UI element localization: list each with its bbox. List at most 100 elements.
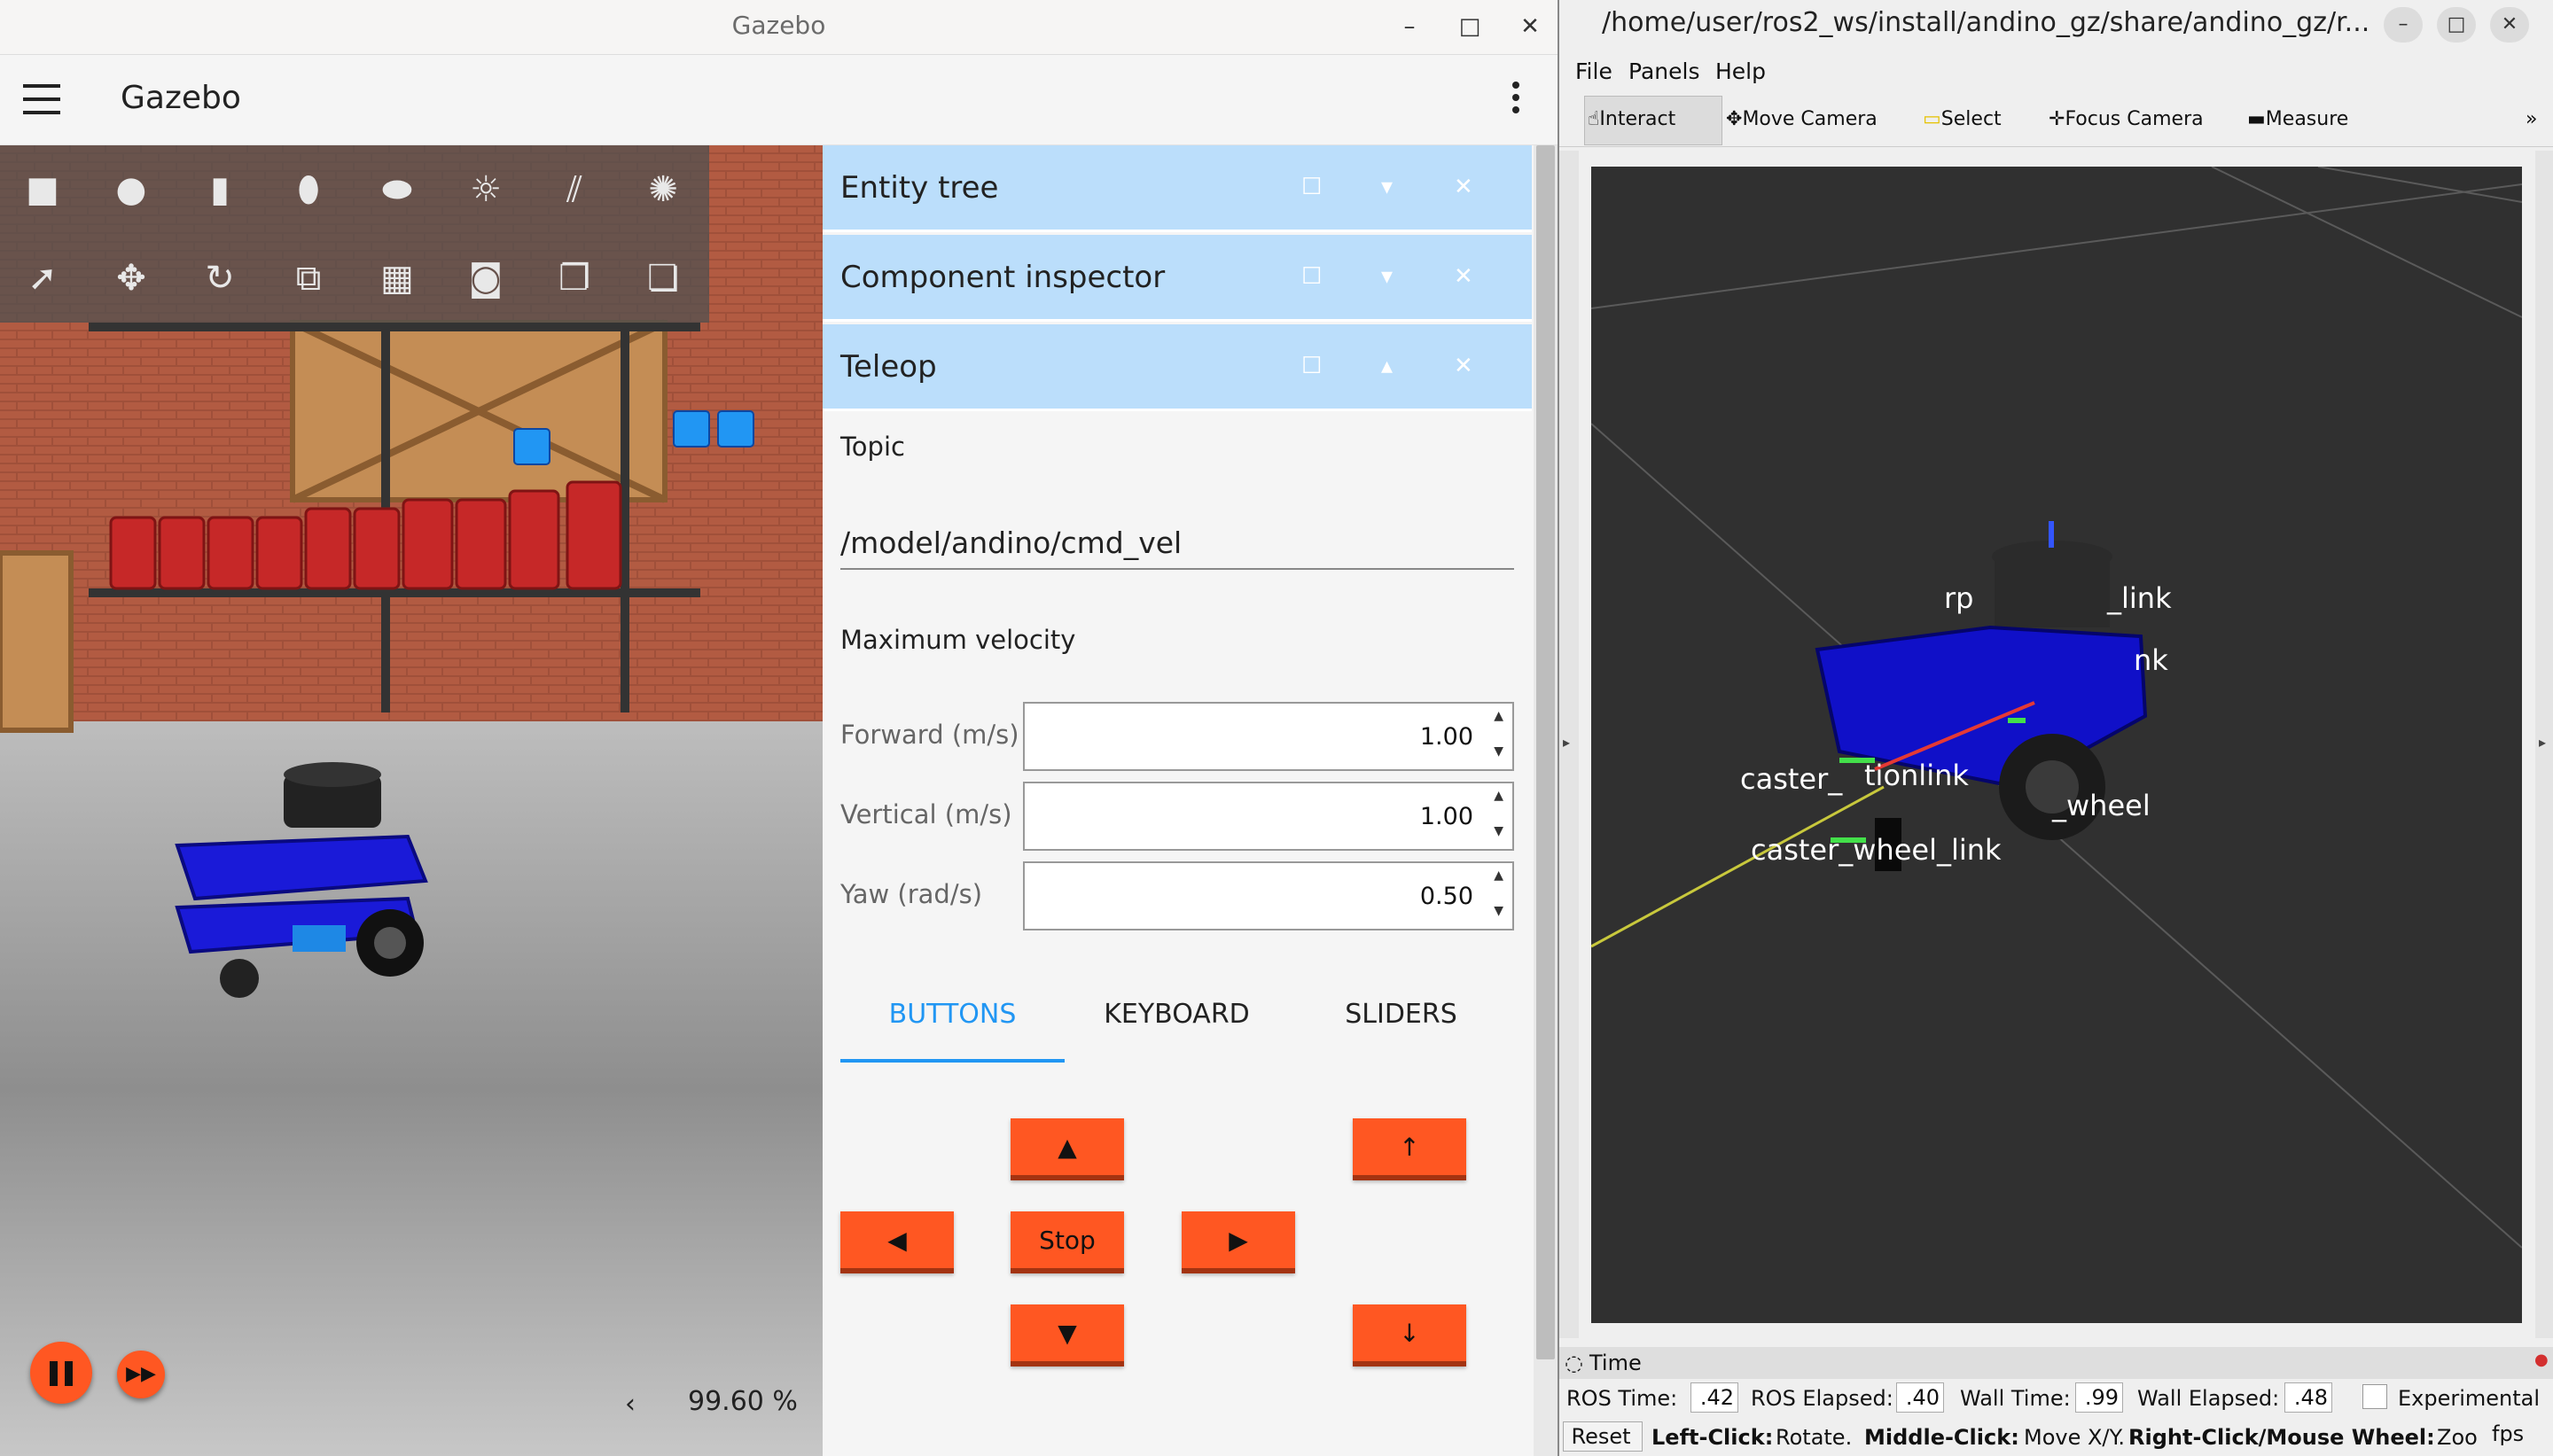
- left-button[interactable]: ◀: [840, 1211, 954, 1273]
- down-button[interactable]: ↓: [1353, 1304, 1466, 1366]
- spin-up-icon[interactable]: ▲: [1494, 789, 1503, 803]
- spinbox-value: 0.50: [1419, 883, 1473, 910]
- reset-button[interactable]: Reset: [1563, 1421, 1643, 1452]
- more-options-icon[interactable]: [1507, 82, 1525, 121]
- stop-button[interactable]: Stop: [1011, 1211, 1124, 1273]
- scene-3d-view[interactable]: ■ ● ▮ ⬮ ⬬ ☼ ⫽ ✺ ➚ ✥ ↻ ⧉ ▦ ◙ ❐ ❏ ▶▶ ‹ 99.…: [0, 145, 823, 1456]
- spin-up-icon[interactable]: ▲: [1494, 709, 1503, 723]
- dock-float-icon[interactable]: ☐: [1301, 353, 1322, 379]
- backward-button[interactable]: ▼: [1011, 1304, 1124, 1366]
- minimize-button[interactable]: –: [1392, 9, 1427, 44]
- spin-up-icon[interactable]: ▲: [1494, 868, 1503, 883]
- help-middle-text: Move X/Y.: [2024, 1425, 2125, 1450]
- help-left-text: Rotate.: [1776, 1425, 1853, 1450]
- scrollbar-thumb[interactable]: [1536, 145, 1555, 1359]
- dock-collapse-icon[interactable]: ▾: [1381, 174, 1393, 200]
- box-shape-icon[interactable]: ■: [16, 163, 69, 216]
- ros-time-field[interactable]: .42: [1690, 1382, 1738, 1413]
- tool-focus-camera[interactable]: ✛Focus Camera: [2049, 108, 2204, 130]
- spin-down-icon[interactable]: ▼: [1494, 824, 1503, 838]
- rviz-maximize-button[interactable]: □: [2437, 7, 2476, 43]
- yaw-velocity-spinbox[interactable]: 0.50 ▲ ▼: [1023, 861, 1514, 930]
- dock-collapse-icon[interactable]: ▾: [1381, 263, 1393, 290]
- dock-float-icon[interactable]: ☐: [1301, 174, 1322, 200]
- panel-collapse-icon[interactable]: ◌: [1565, 1351, 1583, 1375]
- experimental-label: Experimental: [2398, 1386, 2541, 1411]
- topic-input[interactable]: /model/andino/cmd_vel: [840, 520, 1514, 570]
- ros-elapsed-field[interactable]: .40: [1896, 1382, 1944, 1413]
- dock-expand-icon[interactable]: ▴: [1381, 353, 1393, 379]
- transform-control-icon[interactable]: ⧉: [282, 252, 335, 305]
- tab-sliders[interactable]: SLIDERS: [1289, 999, 1513, 1030]
- wall-time-field[interactable]: .99: [2075, 1382, 2123, 1413]
- up-button[interactable]: ↑: [1353, 1118, 1466, 1180]
- vertical-velocity-spinbox[interactable]: 1.00 ▲ ▼: [1023, 782, 1514, 851]
- right-dock-handle[interactable]: ▸: [2535, 151, 2553, 1338]
- copy-icon[interactable]: ❐: [548, 252, 601, 305]
- left-dock-handle[interactable]: ▸: [1559, 151, 1579, 1338]
- select-arrow-icon[interactable]: ➚: [16, 252, 69, 305]
- tool-measure[interactable]: ▬Measure: [2247, 108, 2348, 130]
- pause-button[interactable]: [30, 1342, 92, 1404]
- tab-buttons[interactable]: BUTTONS: [840, 999, 1065, 1030]
- spot-light-icon[interactable]: ✺: [636, 163, 690, 216]
- rviz-close-button[interactable]: ✕: [2490, 7, 2529, 43]
- dock-component-inspector[interactable]: Component inspector ☐ ▾ ✕: [823, 235, 1532, 322]
- dock-entity-tree[interactable]: Entity tree ☐ ▾ ✕: [823, 145, 1532, 232]
- sphere-shape-icon[interactable]: ●: [105, 163, 158, 216]
- experimental-checkbox[interactable]: [2362, 1384, 2387, 1409]
- dock-float-icon[interactable]: ☐: [1301, 263, 1322, 290]
- help-left-key: Left-Click:: [1651, 1425, 1774, 1450]
- rviz-minimize-button[interactable]: –: [2384, 7, 2423, 43]
- time-panel-title: Time: [1589, 1351, 1642, 1375]
- spinbox-value: 1.00: [1419, 803, 1473, 830]
- paste-icon[interactable]: ❏: [636, 252, 690, 305]
- directional-light-icon[interactable]: ⫽: [548, 163, 601, 216]
- active-tab-indicator: [840, 1059, 1065, 1063]
- max-velocity-label: Maximum velocity: [840, 625, 1076, 655]
- wall-elapsed-label: Wall Elapsed:: [2137, 1386, 2280, 1411]
- panel-scrollbar[interactable]: [1534, 145, 1558, 1456]
- menu-help[interactable]: Help: [1715, 58, 1766, 84]
- right-button[interactable]: ▶: [1182, 1211, 1295, 1273]
- screenshot-camera-icon[interactable]: ◙: [459, 252, 512, 305]
- close-button[interactable]: ✕: [1512, 9, 1548, 44]
- tool-select[interactable]: ▭Select: [1923, 108, 2002, 130]
- rotate-icon[interactable]: ↻: [193, 252, 246, 305]
- capsule-shape-icon[interactable]: ⬮: [282, 163, 335, 216]
- forward-velocity-spinbox[interactable]: 1.00 ▲ ▼: [1023, 702, 1514, 771]
- expand-left-icon[interactable]: ▸: [1563, 734, 1570, 751]
- cylinder-shape-icon[interactable]: ▮: [193, 163, 246, 216]
- step-forward-button[interactable]: ▶▶: [117, 1351, 165, 1398]
- spin-down-icon[interactable]: ▼: [1494, 904, 1503, 918]
- time-panel: ◌ Time ● ROS Time: .42 ROS Elapsed: .40 …: [1559, 1347, 2553, 1456]
- forward-button[interactable]: ▲: [1011, 1118, 1124, 1180]
- chevron-left-icon[interactable]: ‹: [625, 1389, 636, 1420]
- dock-teleop[interactable]: Teleop ☐ ▴ ✕: [823, 324, 1532, 411]
- menu-panels[interactable]: Panels: [1628, 58, 1699, 84]
- dock-close-icon[interactable]: ✕: [1454, 263, 1473, 290]
- move-camera-icon: ✥: [1726, 108, 1743, 130]
- tool-interact[interactable]: ☝Interact: [1588, 108, 1675, 130]
- maximize-button[interactable]: □: [1452, 9, 1487, 44]
- dock-title: Component inspector: [840, 260, 1166, 295]
- wall-elapsed-field[interactable]: .48: [2284, 1382, 2332, 1413]
- rviz-toolbar: ☝Interact ✥Move Camera ▭Select ✛Focus Ca…: [1559, 90, 2553, 147]
- grid-snap-icon[interactable]: ▦: [371, 252, 424, 305]
- select-icon: ▭: [1923, 108, 1941, 130]
- rviz-3d-view[interactable]: rp _link nk caster_ tionlink caster_whee…: [1591, 167, 2522, 1323]
- spin-down-icon[interactable]: ▼: [1494, 744, 1503, 759]
- ros-elapsed-label: ROS Elapsed:: [1751, 1386, 1893, 1411]
- ellipsoid-shape-icon[interactable]: ⬬: [371, 163, 424, 216]
- menu-file[interactable]: File: [1575, 58, 1612, 84]
- translate-icon[interactable]: ✥: [105, 252, 158, 305]
- toolbar-overflow-icon[interactable]: »: [2526, 108, 2537, 130]
- hamburger-menu-icon[interactable]: [23, 84, 60, 114]
- tool-label: Select: [1940, 108, 2002, 130]
- expand-right-icon[interactable]: ▸: [2539, 734, 2546, 751]
- dock-close-icon[interactable]: ✕: [1454, 353, 1473, 379]
- point-light-icon[interactable]: ☼: [459, 163, 512, 216]
- tab-keyboard[interactable]: KEYBOARD: [1065, 999, 1289, 1030]
- tool-move-camera[interactable]: ✥Move Camera: [1726, 108, 1878, 130]
- dock-close-icon[interactable]: ✕: [1454, 174, 1473, 200]
